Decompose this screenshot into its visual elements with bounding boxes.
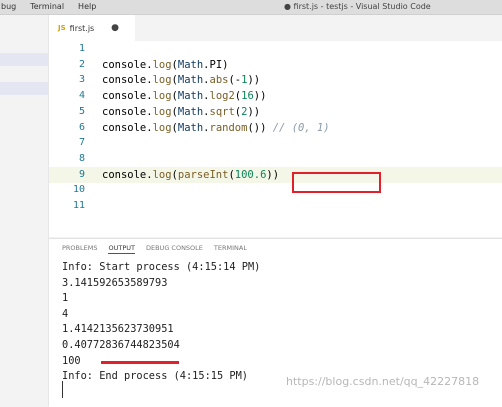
- sidebar-selected-row[interactable]: [0, 53, 48, 66]
- code-line: 1: [49, 41, 502, 57]
- output-line: Info: Start process (4:15:14 PM): [62, 261, 261, 273]
- tab-output[interactable]: OUTPUT: [108, 244, 135, 254]
- code-segment: Math: [177, 90, 204, 103]
- line-number: 9: [78, 168, 85, 180]
- code-segment: Math: [177, 121, 204, 134]
- code-segment: 16: [241, 90, 254, 103]
- annotation-red-underline: [101, 361, 179, 364]
- unsaved-dot-icon[interactable]: ●: [111, 23, 119, 33]
- tab-terminal[interactable]: TERMINAL: [214, 244, 247, 254]
- code-text: console.log(Math.PI): [102, 57, 228, 73]
- code-text: console.log(Math.abs(-1)): [102, 72, 260, 88]
- code-segment: log: [152, 58, 172, 71]
- code-segment: )): [247, 74, 261, 87]
- line-number: 8: [78, 152, 85, 164]
- code-line: 4 console.log(Math.log2(16)): [49, 88, 502, 104]
- code-segment: console.: [102, 90, 153, 103]
- code-text: console.log(Math.sqrt(2)): [102, 104, 260, 120]
- code-segment: )): [253, 90, 267, 103]
- line-number: 10: [72, 184, 85, 196]
- code-text: console.log(Math.random()) // (0, 1): [102, 120, 330, 136]
- code-line-active: 9 console.log(parseInt(100.6)): [49, 166, 502, 183]
- code-segment: (-: [228, 74, 242, 87]
- code-segment: parseInt: [177, 168, 229, 181]
- code-segment: log: [152, 105, 172, 118]
- code-line: 6 console.log(Math.random()) // (0, 1): [49, 120, 502, 136]
- code-segment: )): [247, 105, 261, 118]
- line-number: 3: [78, 74, 85, 86]
- code-segment: console.: [102, 168, 153, 181]
- code-segment: log: [152, 74, 172, 87]
- watermark: https://blog.csdn.net/qq_42227818: [286, 375, 480, 388]
- tab-first-js[interactable]: JS first.js ●: [49, 15, 135, 41]
- explorer-sidebar: [0, 15, 49, 406]
- code-segment: random: [209, 121, 248, 134]
- output-line: 100: [62, 354, 81, 367]
- output-line: 1.4142135623730951: [62, 323, 174, 336]
- window-title: ● first.js - testjs - Visual Studio Code: [284, 2, 431, 11]
- line-number: 7: [78, 137, 85, 149]
- code-segment: Math: [177, 105, 204, 118]
- code-line: 7: [49, 135, 502, 151]
- code-line: 3 console.log(Math.abs(-1)): [49, 72, 502, 88]
- code-segment: log2: [209, 90, 235, 103]
- text-cursor: [62, 381, 63, 398]
- menu-terminal[interactable]: Terminal: [29, 2, 65, 11]
- tab-filename: first.js: [69, 23, 95, 33]
- code-segment: log: [152, 90, 172, 103]
- menu-help[interactable]: Help: [77, 2, 97, 11]
- code-segment: Math: [177, 58, 204, 71]
- title-bar: bug Terminal Help ● first.js - testjs - …: [0, 0, 502, 15]
- code-segment: console.: [102, 58, 153, 71]
- output-line: 4: [62, 307, 69, 320]
- menu-bar: bug Terminal Help: [0, 2, 97, 11]
- line-number: 5: [78, 105, 85, 117]
- output-line: 3.141592653589793: [62, 276, 168, 289]
- code-editor[interactable]: 1 2 console.log(Math.PI) 3 console.log(M…: [49, 41, 502, 237]
- editor-tab-bar: JS first.js ●: [49, 15, 502, 41]
- code-segment: log: [152, 168, 172, 181]
- code-segment: console.: [102, 121, 153, 134]
- tab-debug-console[interactable]: DEBUG CONSOLE: [146, 244, 203, 254]
- code-line: 5 console.log(Math.sqrt(2)): [49, 104, 502, 120]
- code-text: console.log(Math.log2(16)): [102, 88, 266, 104]
- output-line: 1: [62, 292, 69, 305]
- code-segment: 100.6: [234, 168, 267, 181]
- output-line: Info: End process (4:15:15 PM): [62, 370, 248, 383]
- sidebar-row[interactable]: [0, 82, 48, 95]
- code-segment: )): [266, 168, 280, 181]
- tab-problems[interactable]: PROBLEMS: [62, 244, 97, 254]
- panel-tabs: PROBLEMS OUTPUT DEBUG CONSOLE TERMINAL: [62, 244, 247, 254]
- code-line: 10: [49, 182, 502, 198]
- line-number: 6: [78, 121, 85, 133]
- code-segment: Math: [177, 74, 204, 87]
- output-line: 0.40772836744823504: [62, 339, 180, 351]
- line-number: 1: [78, 43, 85, 54]
- code-segment: log: [152, 121, 172, 134]
- code-segment: abs: [209, 74, 229, 87]
- code-segment: console.: [102, 105, 153, 118]
- line-number: 4: [78, 90, 85, 102]
- code-text: console.log(parseInt(100.6)): [102, 167, 279, 183]
- line-number: 2: [78, 58, 85, 70]
- code-line: 11: [49, 198, 502, 214]
- code-segment: sqrt: [209, 105, 235, 118]
- code-line: 8: [49, 151, 502, 167]
- code-segment: ()): [247, 121, 273, 134]
- line-number: 11: [72, 200, 85, 211]
- code-segment: console.: [102, 74, 153, 87]
- menu-debug[interactable]: bug: [0, 2, 17, 11]
- js-file-icon: JS: [58, 24, 66, 32]
- annotation-red-box: [292, 172, 381, 193]
- code-segment: .PI): [203, 58, 229, 71]
- code-line: 2 console.log(Math.PI): [49, 57, 502, 73]
- code-comment: // (0, 1): [272, 121, 330, 134]
